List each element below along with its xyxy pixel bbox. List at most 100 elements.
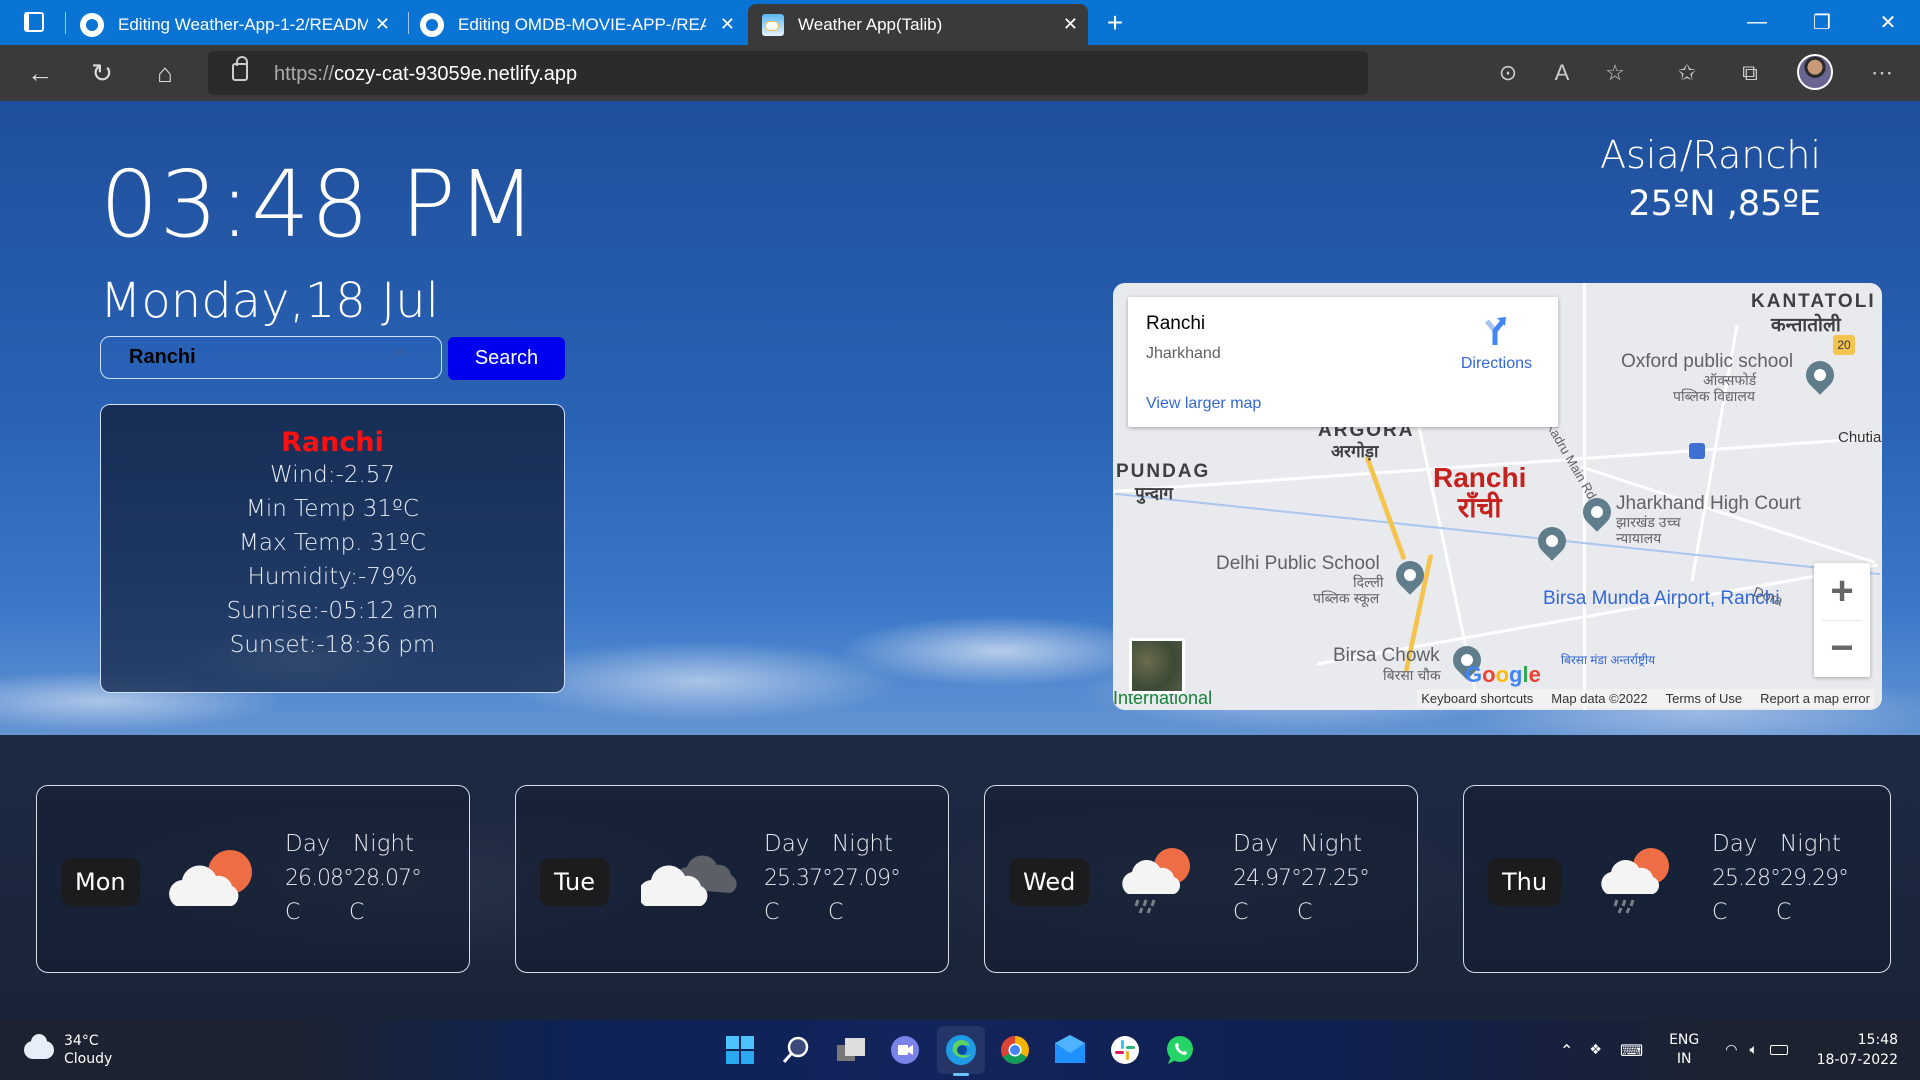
mail-taskbar-button[interactable] (1050, 1030, 1090, 1070)
home-button[interactable]: ⌂ (145, 53, 185, 93)
satellite-view-toggle[interactable] (1129, 638, 1185, 694)
map-zoom-controls: + − (1814, 563, 1870, 677)
minimize-button[interactable]: — (1727, 0, 1787, 45)
directions-icon[interactable] (1482, 315, 1508, 345)
more-menu-button[interactable]: ⋯ (1862, 53, 1902, 93)
chrome-taskbar-button[interactable] (995, 1030, 1035, 1070)
map-label-dps-hindi: पब्लिक स्कूल (1313, 590, 1380, 606)
collections-button[interactable]: ⧉ (1730, 53, 1770, 93)
tab-omdb-readme[interactable]: Editing OMDB-MOVIE-APP-/REA ✕ (420, 4, 745, 45)
forecast-day-label: Thu (1488, 858, 1562, 906)
taskbar-date: 18-07-2022 (1816, 1052, 1898, 1068)
slack-taskbar-button[interactable] (1105, 1030, 1145, 1070)
directions-link[interactable]: Directions (1461, 355, 1532, 373)
new-tab-button[interactable]: + (1085, 0, 1145, 45)
night-label: Night (1780, 831, 1841, 857)
terms-of-use-link[interactable]: Terms of Use (1666, 691, 1743, 706)
address-bar-row: ← ↻ ⌂ https://cozy-cat-93059e.netlify.ap… (0, 45, 1920, 101)
close-window-button[interactable]: ✕ (1858, 0, 1918, 45)
show-hidden-icons-button[interactable]: ⌃ (1560, 1041, 1573, 1060)
back-button[interactable]: ← (20, 53, 60, 93)
zoom-separator (1822, 620, 1862, 621)
tab-weather-readme[interactable]: Editing Weather-App-1-2/READM ✕ (80, 4, 400, 45)
map-label-kantatoli-hindi: कन्तातोली (1771, 315, 1841, 336)
keyboard-shortcuts-link[interactable]: Keyboard shortcuts (1421, 691, 1533, 706)
search-button[interactable]: Search (448, 337, 565, 380)
tab-actions-icon (24, 12, 44, 32)
tab-weather-app[interactable]: Weather App(Talib) ✕ (748, 4, 1088, 45)
add-favorite-button[interactable]: ☆ (1595, 53, 1635, 93)
language-indicator[interactable]: ENG IN (1669, 1031, 1699, 1069)
school-pin-icon[interactable] (1532, 521, 1572, 561)
report-map-error-link[interactable]: Report a map error (1760, 691, 1870, 706)
embedded-map[interactable]: 20 KANTATOLI कन्तातोली Oxford public sch… (1113, 283, 1882, 710)
map-label-ranchi-hindi: राँची (1457, 492, 1502, 523)
dropbox-icon[interactable]: ❖ (1589, 1042, 1602, 1058)
zoom-in-button[interactable]: + (1814, 563, 1870, 620)
teams-chat-button[interactable] (885, 1030, 925, 1070)
battery-icon[interactable] (1769, 1045, 1788, 1055)
taskbar-search-button[interactable] (776, 1030, 816, 1070)
forecast-section: Mon Day Night 26.08°28.07° CC Tue Day Nigh… (0, 735, 1920, 1020)
tab-close-button[interactable]: ✕ (375, 14, 390, 35)
map-label-oxford-school: Oxford public school (1621, 351, 1794, 372)
school-pin-icon[interactable] (1800, 355, 1840, 395)
language-line2: IN (1676, 1051, 1692, 1067)
day-temp: 26.08° (285, 866, 354, 891)
tab-close-button[interactable]: ✕ (1063, 14, 1078, 35)
map-label-pundag: PUNDAG (1116, 461, 1211, 482)
start-button[interactable] (720, 1030, 760, 1070)
day-night-header: Day Night (1233, 831, 1362, 857)
day-night-header: Day Night (764, 831, 893, 857)
taskbar-weather-widget[interactable]: 34°C Cloudy (24, 1032, 112, 1068)
collections-icon: ⧉ (1742, 60, 1758, 85)
city-search-input[interactable] (100, 336, 442, 379)
github-icon (80, 12, 104, 37)
wifi-icon[interactable]: ◠ (1725, 1042, 1737, 1058)
current-weather-card: Ranchi Wind:-2.57 Min Temp 31ºC Max Temp… (100, 404, 565, 693)
task-view-button[interactable] (831, 1030, 871, 1070)
google-letter: o (1495, 662, 1510, 687)
unit-label: C (1233, 900, 1249, 925)
taskbar-temp: 34°C (64, 1033, 99, 1049)
read-aloud-button[interactable]: A (1542, 53, 1582, 93)
cloudy-icon (641, 855, 737, 906)
tab-close-button[interactable]: ✕ (720, 14, 735, 35)
url-protocol: https:// (274, 63, 335, 85)
github-icon (420, 12, 444, 37)
url-bar[interactable]: https://cozy-cat-93059e.netlify.app (208, 51, 1368, 95)
edge-icon (946, 1035, 976, 1065)
windows-logo-icon (726, 1036, 754, 1064)
google-logo: Google (1465, 662, 1541, 688)
day-night-header: Day Night (1712, 831, 1841, 857)
map-label-high-court-hindi: न्यायालय (1616, 530, 1662, 546)
refresh-button[interactable]: ↻ (82, 53, 122, 93)
whatsapp-taskbar-button[interactable] (1160, 1030, 1200, 1070)
zoom-out-button[interactable]: − (1814, 620, 1870, 677)
transit-station-icon[interactable] (1689, 443, 1705, 459)
wind-value: Wind:-2.57 (269, 462, 396, 488)
min-temp-value: Min Temp 31ºC (246, 496, 419, 522)
location-button[interactable]: ⊙ (1488, 53, 1528, 93)
tab-actions-button[interactable] (14, 2, 54, 42)
map-label-ranchi-en: Ranchi (1433, 462, 1527, 493)
day-label: Day (1712, 831, 1758, 857)
unit-label: C (828, 900, 844, 925)
restore-button[interactable]: ❐ (1792, 0, 1852, 45)
volume-icon[interactable]: 🔈︎ (1749, 1042, 1757, 1058)
url-text[interactable]: https://cozy-cat-93059e.netlify.app (274, 63, 577, 86)
keyboard-icon[interactable]: ⌨ (1620, 1041, 1643, 1060)
favorites-button[interactable]: ✩ (1667, 53, 1707, 93)
taskbar-clock[interactable]: 15:48 18-07-2022 (1817, 1030, 1898, 1070)
edge-taskbar-button[interactable] (937, 1026, 985, 1076)
day-label: Day (764, 831, 810, 857)
profile-avatar[interactable] (1797, 54, 1833, 90)
sunrise-value: Sunrise:-05:12 am (226, 598, 439, 624)
forecast-temps: 25.28°29.29° (1712, 866, 1849, 891)
forecast-units: CC (764, 900, 892, 925)
forecast-units: CC (1712, 900, 1840, 925)
day-label: Day (285, 831, 331, 857)
forecast-temps: 25.37°27.09° (764, 866, 901, 891)
view-larger-map-link[interactable]: View larger map (1146, 395, 1261, 413)
ellipsis-icon: ⋯ (1871, 60, 1893, 85)
